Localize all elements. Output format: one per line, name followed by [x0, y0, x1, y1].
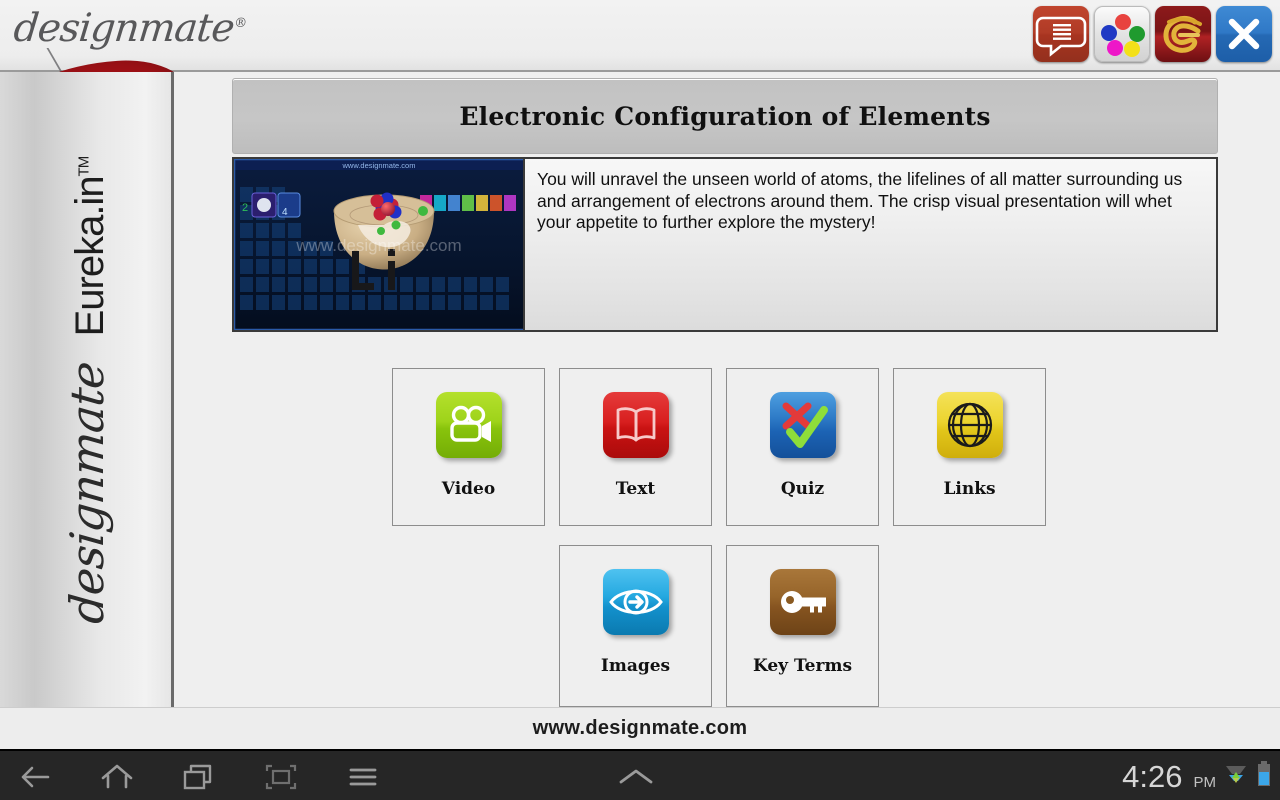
- palette-icon[interactable]: [1094, 6, 1150, 62]
- sidebar-designmate-label: designmate: [60, 360, 114, 626]
- footer-bar: www.designmate.com: [0, 707, 1280, 749]
- left-sidebar: designmate Eureka.inTM: [0, 72, 174, 707]
- tile-quiz[interactable]: Quiz: [726, 368, 879, 526]
- key-icon: [770, 569, 836, 635]
- eye-arrow-icon: [603, 569, 669, 635]
- page-title-bar: Electronic Configuration of Elements: [232, 78, 1218, 154]
- svg-text:4: 4: [282, 207, 288, 218]
- tile-key-terms-label: Key Terms: [753, 656, 852, 676]
- tile-images[interactable]: Images: [559, 545, 712, 707]
- cross-check-icon: [770, 392, 836, 458]
- sidebar-eureka-text: Eureka.in: [68, 176, 112, 336]
- tile-video-label: Video: [442, 479, 495, 499]
- top-bar: designmate®: [0, 0, 1280, 72]
- tile-text-label: Text: [616, 479, 656, 499]
- svg-text:2: 2: [242, 202, 248, 214]
- sidebar-eureka-label: Eureka.inTM: [68, 156, 113, 336]
- atom-preview-thumbnail[interactable]: 2 4 www.designmate.com: [234, 159, 525, 330]
- footer-website-url: www.designmate.com: [533, 717, 748, 740]
- home-button[interactable]: [94, 754, 140, 800]
- sidebar-trademark: TM: [76, 156, 93, 176]
- status-clock: 4:26: [1122, 759, 1182, 795]
- video-camera-icon: [436, 392, 502, 458]
- tile-quiz-label: Quiz: [781, 479, 824, 499]
- registered-mark: ®: [233, 16, 247, 31]
- notes-icon[interactable]: [1033, 6, 1089, 62]
- tile-video[interactable]: Video: [392, 368, 545, 526]
- description-text: You will unravel the unseen world of ato…: [525, 159, 1216, 330]
- tiles-row-primary: Video Text: [392, 368, 1046, 526]
- thumbnail-watermark: www.designmate.com: [295, 236, 461, 255]
- screenshot-button[interactable]: [258, 754, 304, 800]
- expand-handle-button[interactable]: [616, 751, 656, 800]
- signal-icon: [1223, 761, 1249, 792]
- tile-links-label: Links: [943, 479, 995, 499]
- globe-icon: [937, 392, 1003, 458]
- close-icon[interactable]: [1216, 6, 1272, 62]
- page-title: Electronic Configuration of Elements: [459, 102, 990, 131]
- app-root: designmate®: [0, 0, 1280, 800]
- main-content: Electronic Configuration of Elements: [174, 72, 1280, 707]
- description-panel: 2 4 www.designmate.com: [232, 157, 1218, 332]
- tile-links[interactable]: Links: [893, 368, 1046, 526]
- status-meridiem: PM: [1194, 774, 1217, 791]
- android-navigation-bar: 4:26 PM: [0, 749, 1280, 800]
- tiles-row-secondary: Images Key Terms: [559, 545, 879, 707]
- thumbnail-top-watermark: www.designmate.com: [342, 161, 416, 170]
- back-button[interactable]: [12, 754, 58, 800]
- nav-buttons-group: [12, 751, 386, 800]
- designmate-wordmark-text: designmate: [12, 6, 236, 51]
- recent-apps-button[interactable]: [176, 754, 222, 800]
- open-book-icon: [603, 392, 669, 458]
- battery-icon: [1256, 760, 1272, 793]
- tile-images-label: Images: [601, 656, 670, 676]
- tile-key-terms[interactable]: Key Terms: [726, 545, 879, 707]
- top-icon-bar: [1033, 6, 1272, 62]
- designmate-wordmark: designmate®: [12, 6, 248, 51]
- status-area[interactable]: 4:26 PM: [1122, 751, 1272, 800]
- sidebar-branding: designmate Eureka.inTM: [0, 72, 174, 707]
- tile-text[interactable]: Text: [559, 368, 712, 526]
- menu-button[interactable]: [340, 754, 386, 800]
- sidebar-vertical-text: designmate Eureka.inTM: [60, 156, 114, 622]
- eureka-logo-icon[interactable]: [1155, 6, 1211, 62]
